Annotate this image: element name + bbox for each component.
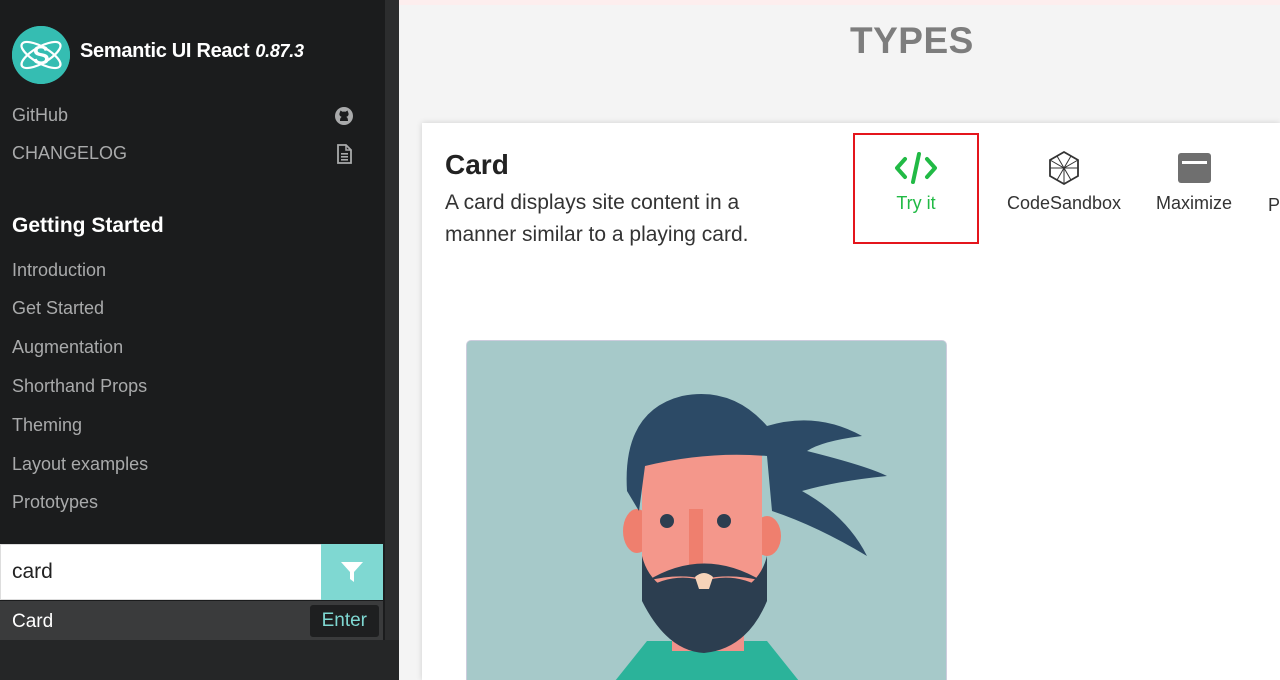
sidebar-footer <box>0 640 399 680</box>
sidebar-item-shorthand-props[interactable]: Shorthand Props <box>12 376 147 397</box>
sidebar-item-layout-examples[interactable]: Layout examples <box>12 454 148 475</box>
sidebar-item-introduction[interactable]: Introduction <box>12 260 106 281</box>
component-search <box>0 544 383 600</box>
brand-version: 0.87.3 <box>255 41 304 61</box>
svg-text:S: S <box>32 40 49 70</box>
brand-name: Semantic UI React <box>80 40 250 62</box>
code-icon <box>895 152 937 184</box>
sidebar-item-prototypes[interactable]: Prototypes <box>12 492 98 513</box>
semantic-logo-icon[interactable]: S <box>12 26 70 84</box>
maximize-button[interactable]: Maximize <box>1149 149 1239 214</box>
search-result-card[interactable]: Card Enter <box>0 601 383 641</box>
enter-hint-badge: Enter <box>309 605 379 637</box>
maximize-icon <box>1178 153 1211 183</box>
changelog-link[interactable]: CHANGELOG <box>12 143 127 164</box>
search-input[interactable] <box>0 544 321 600</box>
filter-button[interactable] <box>321 544 383 600</box>
sidebar-item-theming[interactable]: Theming <box>12 415 82 436</box>
example-title[interactable]: Card <box>445 149 509 181</box>
sidebar: S Semantic UI React 0.87.3 GitHub CHANGEL… <box>0 0 399 680</box>
sidebar-scrollbar[interactable] <box>385 0 399 640</box>
try-it-label: Try it <box>896 193 936 213</box>
sidebar-item-augmentation[interactable]: Augmentation <box>12 337 123 358</box>
example-description: A card displays site content in a manner… <box>445 191 749 246</box>
brand-title[interactable]: Semantic UI React 0.87.3 <box>80 40 304 63</box>
getting-started-heading: Getting Started <box>12 214 164 237</box>
card-image <box>466 340 947 680</box>
avatar-illustration <box>467 341 946 680</box>
sidebar-item-get-started[interactable]: Get Started <box>12 298 104 319</box>
maximize-label: Maximize <box>1155 193 1232 213</box>
section-title: TYPES <box>850 20 974 61</box>
file-icon[interactable] <box>334 144 354 164</box>
codesandbox-label: CodeSandbox <box>1006 193 1122 213</box>
codesandbox-icon <box>1049 150 1079 186</box>
github-icon[interactable] <box>334 106 354 126</box>
filter-icon <box>341 562 363 582</box>
partial-tool-label[interactable]: P <box>1268 195 1280 216</box>
try-it-button[interactable]: Try it <box>853 133 979 244</box>
result-label: Card <box>12 611 54 632</box>
top-strip <box>399 0 1280 5</box>
example-panel: Card A card displays site content in a m… <box>422 123 1280 680</box>
github-link[interactable]: GitHub <box>12 105 68 126</box>
codesandbox-button[interactable]: CodeSandbox <box>1002 149 1126 214</box>
